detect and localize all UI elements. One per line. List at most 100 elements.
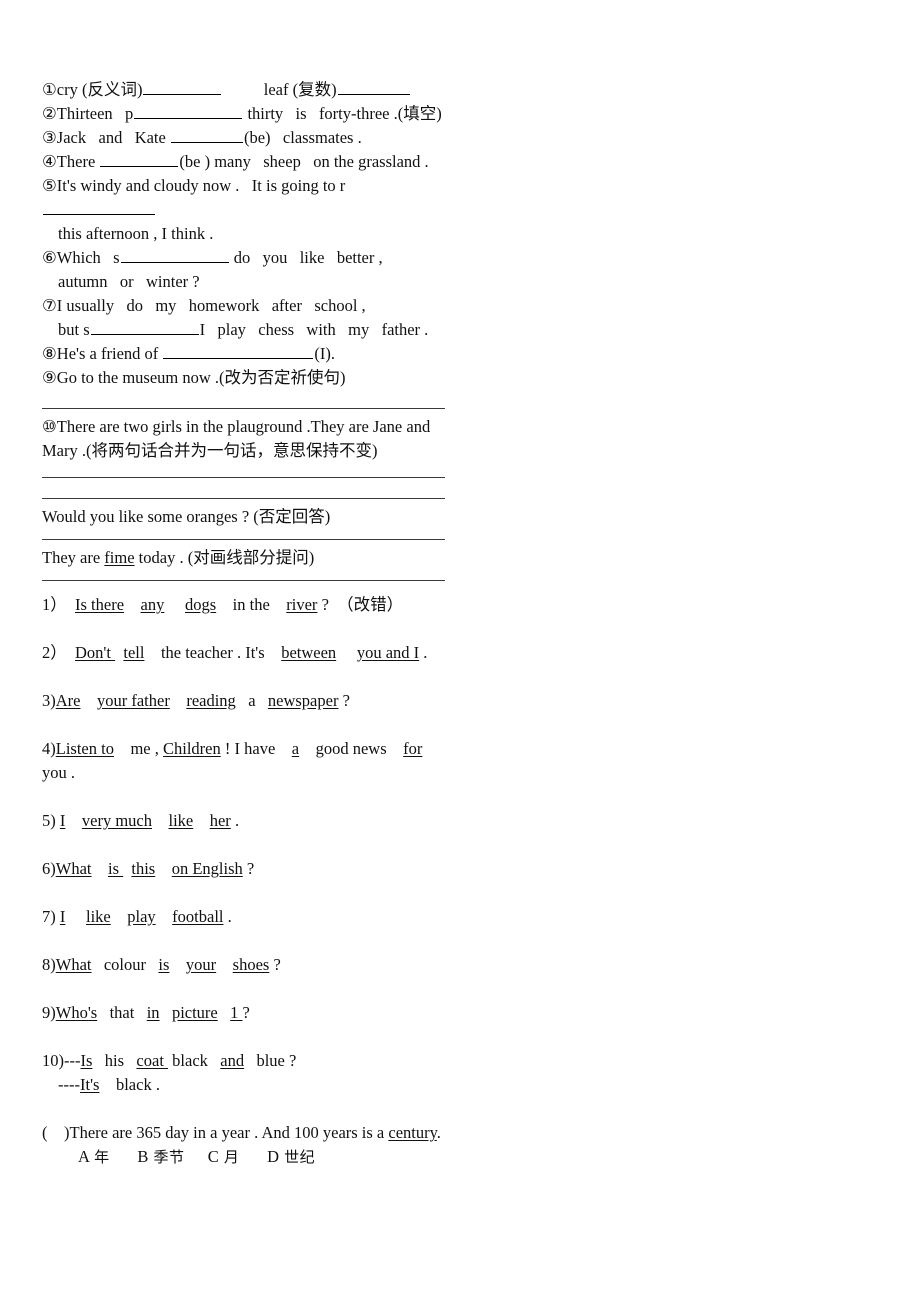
mc-stem-pre: There are 365 day in a year . And 100 ye… [69,1123,389,1142]
underlined-token: play [127,907,156,926]
answer-blank[interactable] [337,78,410,95]
underlined-token: on English [171,859,243,878]
ec-item-8: 8)What colour is your shoes ? [42,953,452,977]
item-marker: ③ [42,128,57,147]
plain-token: his [92,1051,137,1070]
plain-token: . [230,811,240,830]
ec-number: 6) [42,859,56,878]
underlined-token: you and I [356,643,420,662]
answer-blank[interactable] [100,150,179,167]
item-marker: ⑤ [42,176,57,195]
plain-token: . [223,907,232,926]
underlined-token: Children [163,739,221,758]
fill-item-8: ⑧He's a friend of (I). [42,342,452,366]
answer-blank[interactable] [120,246,229,263]
plain-token: ? [269,955,281,974]
underlined-token: picture [171,1003,218,1022]
mc-option-letter: D [267,1147,285,1166]
underlined-token: and [220,1051,245,1070]
plain-token: ? [242,1003,250,1022]
ec-number: 10) [42,1051,64,1070]
plain-token: --- [64,1051,81,1070]
fill-item-1: ①cry (反义词) leaf (复数) [42,78,452,102]
item-text: Thirteen p [56,104,134,123]
mc-option-letter: B [137,1147,154,1166]
mc-answer-bracket[interactable]: ( ) [42,1123,70,1142]
underlined-token: her [209,811,231,830]
underlined-token: your father [96,691,170,710]
underlined-token: Are [55,691,81,710]
ec-parts: I very much like her . [56,811,239,830]
fill-item-2: ②Thirteen p thirty is forty-three .(填空) [42,102,452,126]
underlined-token: is [107,859,124,878]
underlined-token: shoes [232,955,270,974]
underlined-token: for [403,739,423,758]
fill-item-9: ⑨Go to the museum now .(改为否定祈使句) [42,366,452,390]
mc-option-b[interactable]: B 季节 [137,1147,184,1166]
underlined-token: Who's [55,1003,98,1022]
fill-item-6: ⑥Which s do you like better , [42,246,452,270]
underlined-token: any [140,595,165,614]
item-text: do you like better , [229,248,383,267]
fill-item-6-continuation: autumn or winter ? [58,272,200,291]
ec-number: 9) [42,1003,56,1022]
answer-blank[interactable] [163,342,314,359]
item-text: I play chess with my father . [199,320,429,339]
underlined-token: like [86,907,111,926]
ec-item-3: 3)Are your father reading a newspaper ? [42,689,452,713]
underlined-token: between [281,643,337,662]
ec-number: 3) [42,691,56,710]
ec-item-6: 6)What is this on English ? [42,857,452,881]
transform-question-2: They are fime today . (对画线部分提问) [42,546,452,570]
fill-item-10: ⑩There are two girls in the plauground .… [42,415,452,439]
plain-token: black [168,1051,221,1070]
underlined-token: reading [186,691,236,710]
underlined-token: like [168,811,194,830]
underlined-target: fime [104,548,135,567]
ec-item-10-continuation: ----It's black . [42,1073,452,1097]
ec-item-9: 9)Who's that in picture 1 ? [42,1001,452,1025]
mc-option-c[interactable]: C 月 [208,1147,240,1166]
underlined-token: tell [123,643,145,662]
transform-q2-post: today . (对画线部分提问) [134,548,315,567]
plain-token: ? （改错） [317,595,404,614]
underlined-token: Is there [75,595,125,614]
item-text: (I). [314,344,336,363]
mc-option-d[interactable]: D 世纪 [267,1147,315,1166]
answer-blank[interactable] [90,318,199,335]
item-text: It's windy and cloudy now . It is going … [56,176,346,195]
underlined-token: 1 [230,1003,243,1022]
item-text: Go to the museum now .(改为否定祈使句) [56,368,346,387]
fill-item-7-continuation: but s I play chess with my father . [42,318,452,342]
ec-number: 1） [42,595,67,614]
error-correction-section: 1） Is there any dogs in the river ? （改错）… [42,593,452,1121]
ec-parts: ----It's black . [58,1075,160,1094]
ec-number: 5) [42,811,56,830]
underlined-token: a [291,739,300,758]
answer-blank[interactable] [43,198,155,215]
item-text: Jack and Kate [56,128,170,147]
ec-item-10: 10)---Is his coat black and blue ? [42,1049,452,1073]
fill-item-7: ⑦I usually do my homework after school , [42,294,452,318]
underlined-token: newspaper [267,691,339,710]
fill-item-5: ⑤It's windy and cloudy now . It is going… [42,174,452,222]
answer-blank[interactable] [143,78,222,95]
item-text: thirty is forty-three .(填空) [243,104,442,123]
ec-parts: What colour is your shoes ? [56,955,281,974]
plain-token: blue ? [244,1051,297,1070]
mc-option-letter: A [78,1147,95,1166]
ec-number: 2） [42,643,67,662]
underlined-token: very much [81,811,152,830]
underlined-token: What [55,859,92,878]
ec-item-5: 5) I very much like her . [42,809,452,833]
answer-blank[interactable] [170,126,243,143]
answer-blank[interactable] [134,102,243,119]
mc-option-a[interactable]: A 年 [78,1147,110,1166]
